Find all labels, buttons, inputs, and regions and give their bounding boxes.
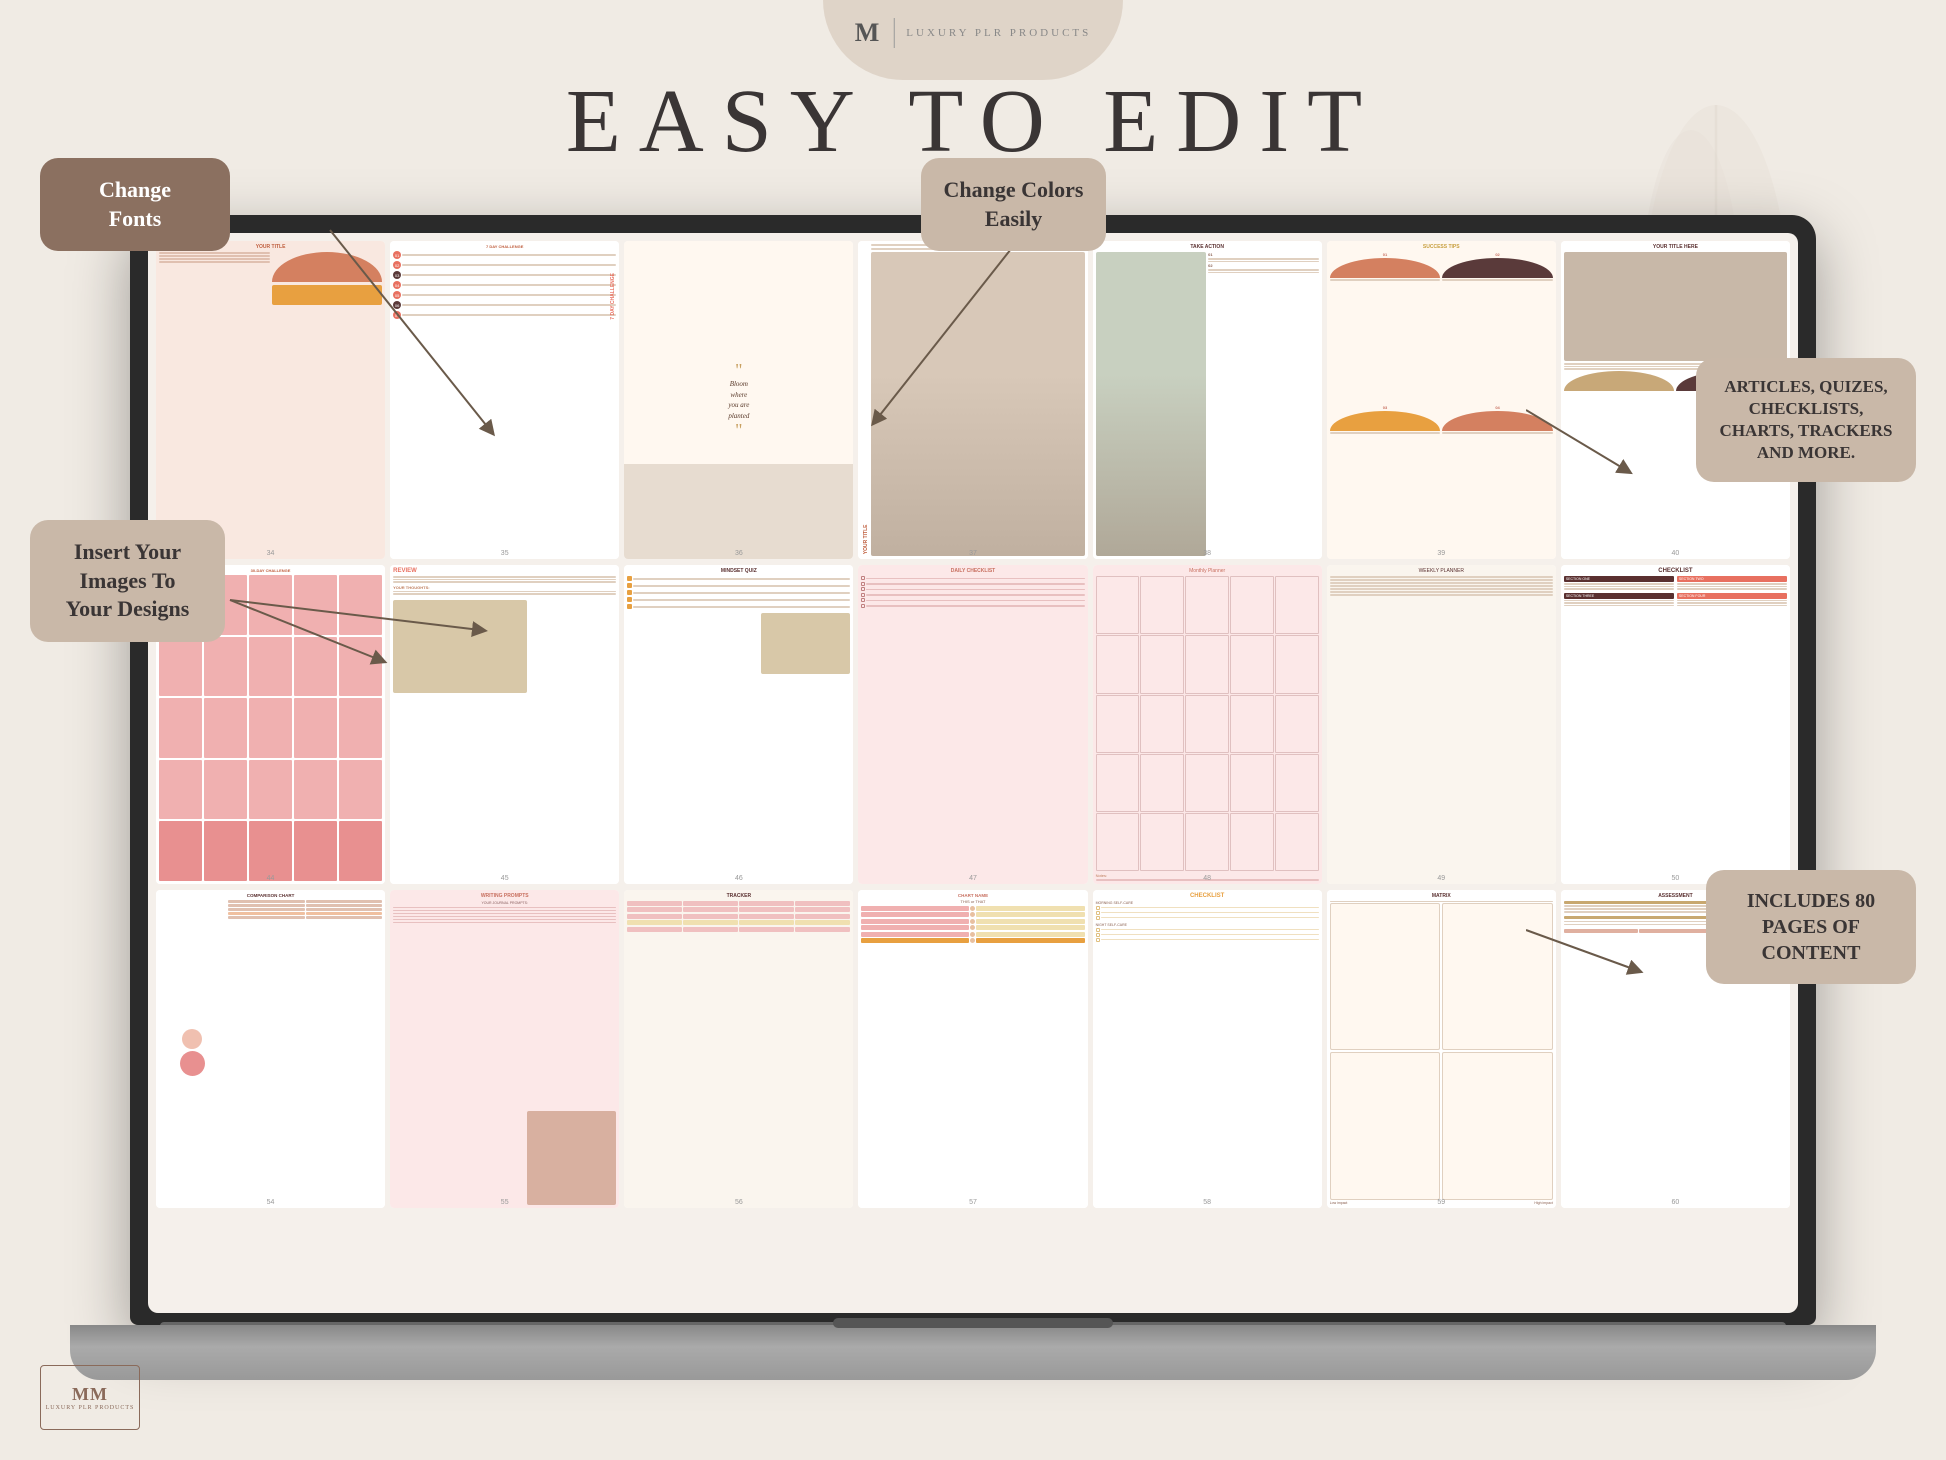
callout-images-label: Insert YourImages ToYour Designs bbox=[66, 539, 190, 621]
callout-colors-label: Change ColorsEasily bbox=[944, 177, 1084, 231]
page-num-37: 37 bbox=[969, 550, 977, 557]
page-num-54: 54 bbox=[267, 1199, 275, 1206]
page-37: YOUR TITLE 37 bbox=[858, 241, 1087, 559]
page-num-45: 45 bbox=[501, 875, 509, 882]
page-48: Monthly Planner bbox=[1093, 565, 1322, 883]
header: M LUXURY PLR PRODUCTS bbox=[855, 18, 1092, 48]
callout-images: Insert YourImages ToYour Designs bbox=[30, 520, 225, 642]
page-57: CHART NAME THIS or THAT 57 bbox=[858, 890, 1087, 1208]
bottom-logo-tagline: LUXURY PLR PRODUCTS bbox=[46, 1405, 135, 1411]
page-num-49: 49 bbox=[1437, 875, 1445, 882]
header-tagline: LUXURY PLR PRODUCTS bbox=[906, 27, 1091, 39]
page-56: TRACKER 56 bbox=[624, 890, 853, 1208]
page-num-46: 46 bbox=[735, 875, 743, 882]
page-num-48: 48 bbox=[1203, 875, 1211, 882]
page-num-40: 40 bbox=[1672, 550, 1680, 557]
page-59: MATRIX Low impact High impact bbox=[1327, 890, 1556, 1208]
page-row-2: 30-DAY CHALLENGE bbox=[156, 565, 1790, 883]
page-54: COMPARISON CHART bbox=[156, 890, 385, 1208]
page-49: WEEKLY PLANNER 49 bbox=[1327, 565, 1556, 883]
page-46: MINDSET QUIZ 46 bbox=[624, 565, 853, 883]
page-45: REVIEW YOUR THOUGHTS: 45 bbox=[390, 565, 619, 883]
page-num-35: 35 bbox=[501, 550, 509, 557]
page-num-57: 57 bbox=[969, 1199, 977, 1206]
page-num-59: 59 bbox=[1437, 1199, 1445, 1206]
callout-colors: Change ColorsEasily bbox=[921, 158, 1106, 251]
page-num-44: 44 bbox=[267, 875, 275, 882]
page-num-38: 38 bbox=[1203, 550, 1211, 557]
page-num-47: 47 bbox=[969, 875, 977, 882]
page-34: YOUR TITLE bbox=[156, 241, 385, 559]
page-num-50: 50 bbox=[1672, 875, 1680, 882]
header-divider bbox=[893, 18, 894, 48]
callout-includes-label: INCLUDES 80PAGES OFCONTENT bbox=[1747, 890, 1875, 964]
page-50: CHECKLIST SECTION ONE SECTION THREE bbox=[1561, 565, 1790, 883]
page-38: TAKE ACTION 01 02 bbox=[1093, 241, 1322, 559]
page-num-60: 60 bbox=[1672, 1199, 1680, 1206]
page-num-36: 36 bbox=[735, 550, 743, 557]
screen-content: YOUR TITLE bbox=[148, 233, 1798, 1313]
bottom-logo-text: MM bbox=[72, 1384, 108, 1405]
page-num-58: 58 bbox=[1203, 1199, 1211, 1206]
page-55: WRITING PROMPTS YOUR JOURNAL PROMPTS: bbox=[390, 890, 619, 1208]
page-58: CHECKLIST MORNING SELF-CARE NIGHT SELF-C… bbox=[1093, 890, 1322, 1208]
laptop-base bbox=[70, 1325, 1876, 1380]
page-36: " Bloomwhereyou areplanted " 36 bbox=[624, 241, 853, 559]
laptop-notch bbox=[833, 1318, 1113, 1328]
callout-articles-label: ARTICLES, QUIZES,CHECKLISTS,CHARTS, TRAC… bbox=[1720, 377, 1893, 462]
callout-includes: INCLUDES 80PAGES OFCONTENT bbox=[1706, 870, 1916, 984]
page-num-55: 55 bbox=[501, 1199, 509, 1206]
page-row-3: COMPARISON CHART bbox=[156, 890, 1790, 1208]
laptop-body: YOUR TITLE bbox=[130, 215, 1816, 1325]
brand-letter: M bbox=[855, 18, 882, 48]
callout-fonts-label: ChangeFonts bbox=[99, 177, 171, 231]
callout-fonts: ChangeFonts bbox=[40, 158, 230, 251]
laptop-screen: YOUR TITLE bbox=[148, 233, 1798, 1313]
page-47: DAILY CHECKLIST 47 bbox=[858, 565, 1087, 883]
page-row-1: YOUR TITLE bbox=[156, 241, 1790, 559]
page-39: SUCCESS TIPS 01 02 bbox=[1327, 241, 1556, 559]
page-num-56: 56 bbox=[735, 1199, 743, 1206]
page-35: 7 DAY CHALLENGE 01 02 03 04 05 06 07 7 D… bbox=[390, 241, 619, 559]
page-num-39: 39 bbox=[1437, 550, 1445, 557]
callout-articles: ARTICLES, QUIZES,CHECKLISTS,CHARTS, TRAC… bbox=[1696, 358, 1916, 482]
page-num-34: 34 bbox=[267, 550, 275, 557]
laptop: YOUR TITLE bbox=[130, 215, 1816, 1380]
bottom-logo: MM LUXURY PLR PRODUCTS bbox=[40, 1365, 140, 1430]
